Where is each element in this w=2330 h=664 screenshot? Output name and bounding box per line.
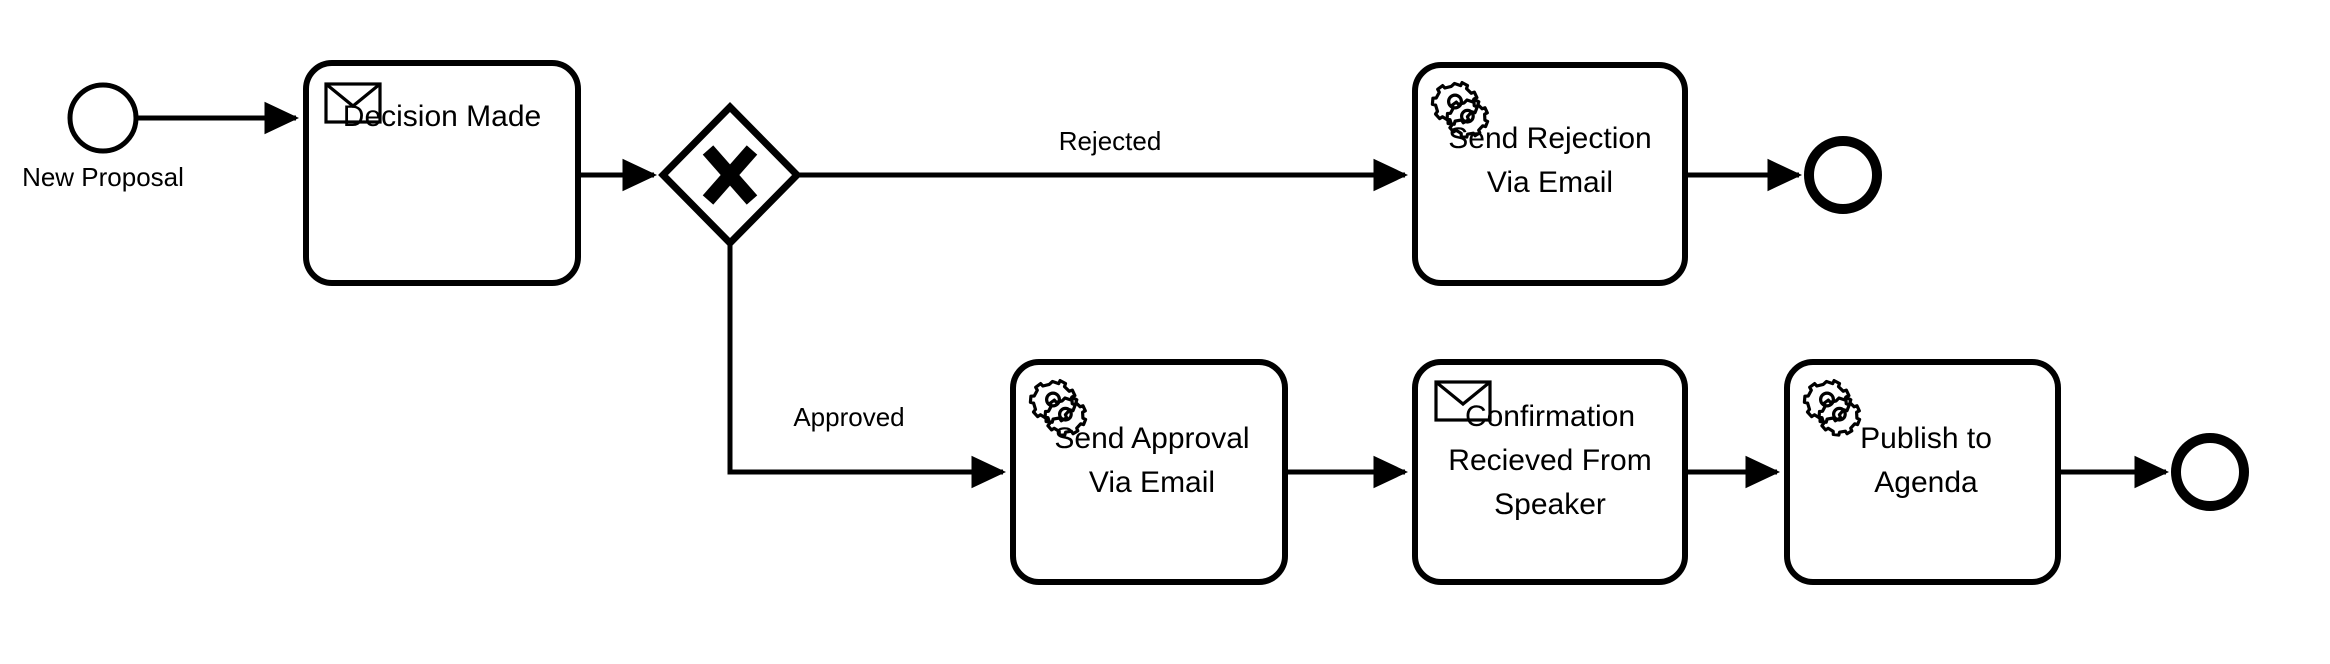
task-publish-to-agenda-label-line1: Publish to [1860, 422, 1992, 455]
end-event-published[interactable] [2171, 433, 2249, 511]
task-decision-made-box[interactable] [303, 60, 581, 286]
start-event[interactable]: New Proposal [22, 82, 184, 192]
start-event-label: New Proposal [22, 162, 184, 192]
task-confirmation-label-line3: Speaker [1494, 488, 1606, 521]
task-send-rejection-label-line2: Via Email [1487, 166, 1613, 199]
task-confirmation-recieved-from-speaker[interactable]: Confirmation Recieved From Speaker [1412, 359, 1688, 585]
task-confirmation-label-line2: Recieved From [1448, 444, 1651, 477]
task-confirmation-label-line1: Confirmation [1465, 400, 1635, 433]
task-decision-made[interactable]: Decision Made [303, 60, 581, 286]
task-send-rejection-label-line1: Send Rejection [1448, 122, 1651, 155]
task-send-approval-label-line1: Send Approval [1054, 422, 1249, 455]
start-event-circle[interactable] [67, 82, 139, 154]
end-event-rejected[interactable] [1804, 136, 1882, 214]
task-send-approval-via-email[interactable]: Send Approval Via Email [1010, 359, 1288, 585]
bpmn-diagram-canvas: New Proposal Decision Made Rejected Send… [0, 0, 2330, 664]
flow-approved[interactable] [727, 243, 1006, 489]
decision-gateway[interactable] [658, 102, 802, 248]
end-event-rejected-circle[interactable] [1804, 136, 1882, 214]
task-publish-to-agenda-label-line2: Agenda [1874, 466, 1978, 499]
task-send-approval-label-line2: Via Email [1089, 466, 1215, 499]
flow-label-approved: Approved [793, 402, 904, 432]
end-event-published-circle[interactable] [2171, 433, 2249, 511]
flow-label-rejected: Rejected [1059, 126, 1162, 156]
bpmn-diagram: New Proposal Decision Made Rejected Send… [22, 60, 2249, 585]
task-decision-made-label: Decision Made [343, 100, 541, 133]
task-publish-to-agenda[interactable]: Publish to Agenda [1784, 359, 2061, 585]
task-send-rejection-via-email[interactable]: Send Rejection Via Email [1412, 62, 1688, 286]
